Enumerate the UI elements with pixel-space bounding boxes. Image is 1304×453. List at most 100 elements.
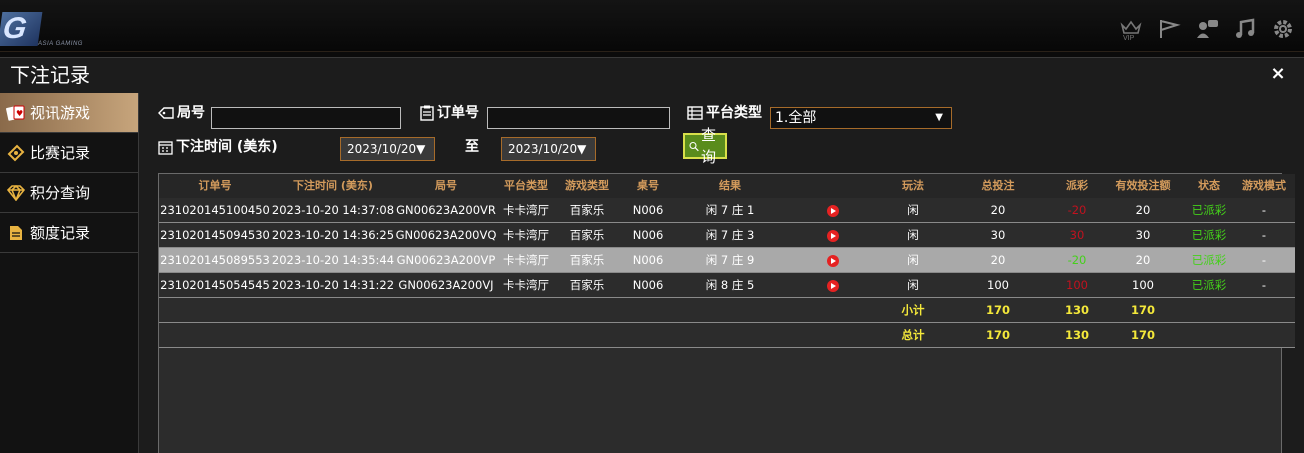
cell-platform: 卡卡湾厅 (497, 272, 555, 298)
grandtotal-payout: 130 (1053, 322, 1101, 348)
date-to-picker[interactable]: 2023/10/20▼ (501, 137, 596, 161)
cell-game: 百家乐 (555, 247, 619, 273)
cell-bet: 闲 (883, 222, 943, 248)
sidebar-item-credit-records[interactable]: 额度记录 (0, 213, 138, 253)
cell-game: 百家乐 (555, 222, 619, 248)
cell-status: 已派彩 (1185, 198, 1233, 223)
sidebar-item-label: 比赛记录 (30, 143, 91, 162)
platform-label: 平台类型 (687, 104, 762, 122)
cell-bet: 闲 (883, 247, 943, 273)
cell-status: 已派彩 (1185, 247, 1233, 273)
chevron-down-icon: ▼ (935, 112, 943, 123)
close-button[interactable]: × (1270, 65, 1286, 83)
logo-letter: G (0, 12, 43, 46)
flag-icon[interactable] (1156, 16, 1182, 42)
music-icon[interactable] (1232, 16, 1258, 42)
cell-payout: 100 (1053, 272, 1101, 298)
col-order[interactable]: 订单号 (159, 174, 271, 198)
cell-round: GN00623A200VR (395, 198, 497, 223)
sidebar-item-match-records[interactable]: 比赛记录 (0, 133, 138, 173)
col-status[interactable]: 状态 (1185, 174, 1233, 198)
round-label: 局号 (158, 104, 205, 122)
col-valid-bet[interactable]: 有效投注额 (1101, 174, 1185, 198)
col-platform[interactable]: 平台类型 (497, 174, 555, 198)
cell-time: 2023-10-20 14:35:44 (271, 247, 395, 273)
cell-time: 2023-10-20 14:36:25 (271, 222, 395, 248)
cell-table: N006 (619, 247, 677, 273)
sidebar-item-label: 积分查询 (30, 183, 91, 202)
cell-time: 2023-10-20 14:37:08 (271, 198, 395, 223)
tag-icon (158, 107, 174, 119)
cards-icon: ♥ (6, 104, 26, 122)
cell-replay (783, 222, 883, 248)
to-label: 至 (465, 139, 479, 155)
cell-payout: 30 (1053, 222, 1101, 248)
cell-total: 100 (943, 272, 1053, 298)
grandtotal-total: 170 (943, 322, 1053, 348)
chat-icon[interactable] (1194, 16, 1220, 42)
table-header-row: 订单号 下注时间 (美东) 局号 平台类型 游戏类型 桌号 结果 玩法 总投注 … (159, 174, 1295, 198)
date-from-picker[interactable]: 2023/10/20▼ (340, 137, 435, 161)
sidebar-item-video-games[interactable]: ♥ 视讯游戏 (0, 93, 138, 133)
cell-status: 已派彩 (1185, 272, 1233, 298)
sidebar: ♥ 视讯游戏 比赛记录 积分查询 额度记录 (0, 93, 139, 453)
cell-bet: 闲 (883, 198, 943, 223)
col-table-no[interactable]: 桌号 (619, 174, 677, 198)
play-icon[interactable] (827, 279, 839, 292)
cell-status: 已派彩 (1185, 222, 1233, 248)
time-label-text: 下注时间 (美东) (176, 139, 278, 155)
col-result[interactable]: 结果 (677, 174, 783, 198)
col-game-type[interactable]: 游戏类型 (555, 174, 619, 198)
table-row[interactable]: 231020145094530 2023-10-20 14:36:25 GN00… (159, 222, 1295, 248)
time-label: 下注时间 (美东) (158, 138, 278, 156)
cell-platform: 卡卡湾厅 (497, 247, 555, 273)
play-icon[interactable] (827, 254, 839, 267)
round-input[interactable] (211, 107, 401, 129)
grandtotal-label: 总计 (883, 322, 943, 348)
cell-replay (783, 247, 883, 273)
cell-result: 闲 8 庄 5 (677, 272, 783, 298)
cell-valid: 20 (1101, 198, 1185, 223)
cell-replay (783, 272, 883, 298)
order-label: 订单号 (420, 104, 479, 122)
col-bet-type[interactable]: 玩法 (883, 174, 943, 198)
table-row-selected[interactable]: 231020145089553 2023-10-20 14:35:44 GN00… (159, 247, 1295, 273)
cell-table: N006 (619, 222, 677, 248)
table-row[interactable]: 231020145054545 2023-10-20 14:31:22 GN00… (159, 272, 1295, 298)
query-button[interactable]: 查询 (683, 126, 728, 166)
play-icon[interactable] (827, 229, 839, 242)
table-row[interactable]: 231020145100450 2023-10-20 14:37:08 GN00… (159, 198, 1295, 223)
sidebar-item-label: 视讯游戏 (30, 103, 91, 122)
col-round[interactable]: 局号 (395, 174, 497, 198)
col-total-bet[interactable]: 总投注 (943, 174, 1053, 198)
col-game-mode[interactable]: 游戏模式 (1233, 174, 1295, 198)
vip-icon[interactable]: VIP (1118, 16, 1144, 42)
cell-valid: 20 (1101, 247, 1185, 273)
cell-order: 231020145089553 (159, 247, 271, 273)
col-payout[interactable]: 派彩 (1053, 174, 1101, 198)
play-icon[interactable] (827, 204, 839, 217)
cell-time: 2023-10-20 14:31:22 (271, 272, 395, 298)
top-bar: G ASIA GAMING VIP (0, 0, 1304, 52)
logo-text: ASIA GAMING (38, 41, 83, 47)
cell-platform: 卡卡湾厅 (497, 222, 555, 248)
dialog-title: 下注记录 (10, 63, 90, 87)
order-input[interactable] (487, 107, 670, 129)
order-label-text: 订单号 (437, 105, 479, 121)
cell-round: GN00623A200VJ (395, 272, 497, 298)
cell-round: GN00623A200VQ (395, 222, 497, 248)
cell-result: 闲 7 庄 1 (677, 198, 783, 223)
sidebar-item-points-query[interactable]: 积分查询 (0, 173, 138, 213)
cell-mode: - (1233, 222, 1295, 248)
subtotal-total: 170 (943, 297, 1053, 323)
gear-icon[interactable] (1270, 16, 1296, 42)
subtotal-valid: 170 (1101, 297, 1185, 323)
query-button-label: 查询 (701, 126, 717, 166)
platform-select[interactable]: 1.全部 ▼ (770, 107, 952, 129)
col-time[interactable]: 下注时间 (美东) (271, 174, 395, 198)
svg-text:♥: ♥ (16, 109, 23, 118)
cell-total: 20 (943, 198, 1053, 223)
platform-select-value: 1.全部 (775, 110, 817, 126)
ticket-icon (6, 144, 26, 162)
col-replay (783, 174, 883, 198)
